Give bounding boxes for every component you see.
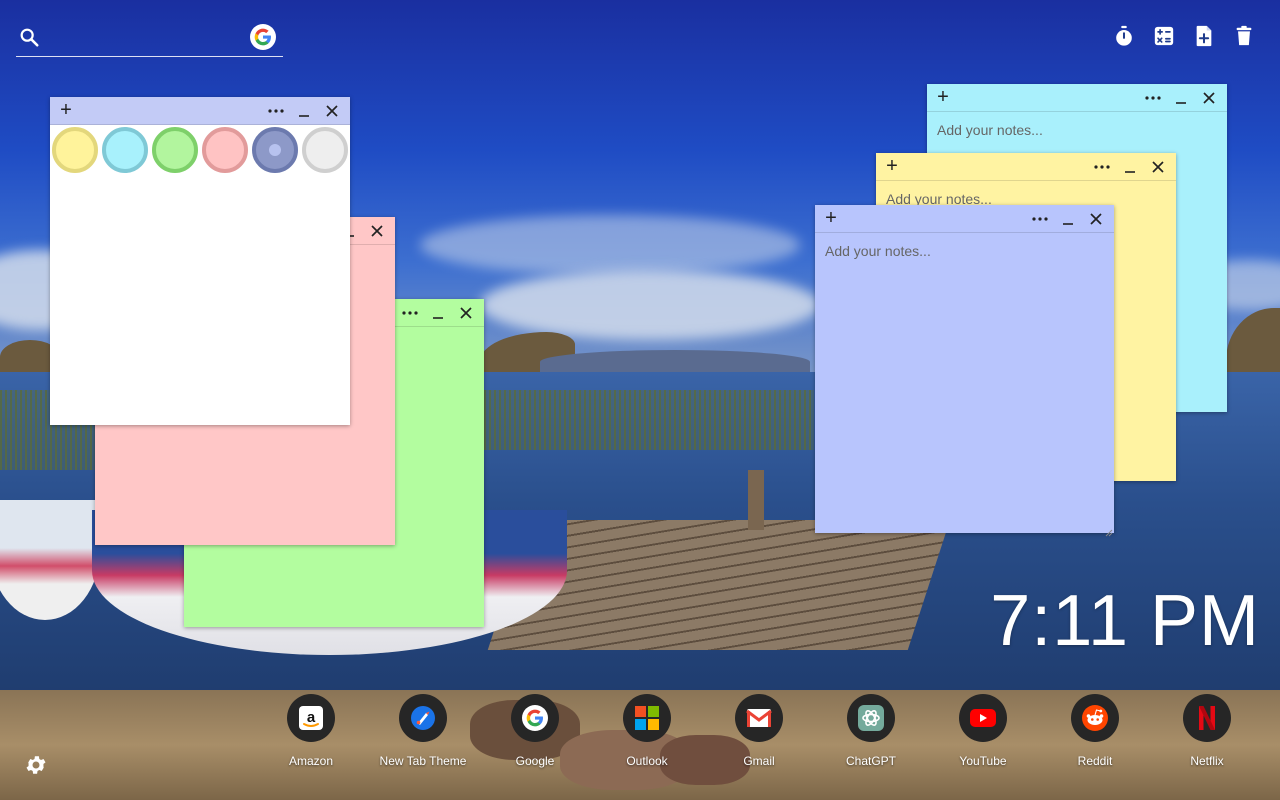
color-palette: [52, 127, 348, 173]
shortcut-youtube[interactable]: YouTube: [927, 694, 1039, 768]
shortcut-chatgpt[interactable]: ChatGPT: [815, 694, 927, 768]
close-icon[interactable]: [1148, 157, 1168, 177]
calculator-icon[interactable]: [1152, 24, 1176, 48]
shortcut-new-tab-theme[interactable]: New Tab Theme: [367, 694, 479, 768]
search-icon[interactable]: [18, 26, 40, 48]
outlook-icon: [623, 694, 671, 742]
resize-handle-icon[interactable]: [1105, 524, 1113, 537]
add-note-icon[interactable]: +: [933, 87, 953, 107]
search-bar: [16, 22, 283, 57]
more-options-icon[interactable]: [1092, 157, 1112, 177]
shortcut-label: Gmail: [743, 754, 775, 768]
color-swatch-green[interactable]: [152, 127, 198, 173]
shortcut-netflix[interactable]: Netflix: [1151, 694, 1263, 768]
gmail-icon: [735, 694, 783, 742]
shortcut-outlook[interactable]: Outlook: [591, 694, 703, 768]
trash-icon[interactable]: [1232, 24, 1256, 48]
top-toolbar: [1112, 24, 1256, 48]
note-header: +: [50, 97, 350, 125]
shortcut-reddit[interactable]: Reddit: [1039, 694, 1151, 768]
wallpaper-distant-mountains: [540, 350, 810, 374]
note-add-icon[interactable]: [1192, 24, 1216, 48]
search-input[interactable]: [50, 24, 240, 50]
google-icon: [511, 694, 559, 742]
add-note-icon[interactable]: +: [821, 208, 841, 228]
timer-icon[interactable]: [1112, 24, 1136, 48]
wallpaper-reeds: [484, 390, 814, 450]
note-header: +: [815, 205, 1114, 233]
minimize-icon[interactable]: [1120, 157, 1140, 177]
close-icon[interactable]: [322, 101, 342, 121]
more-options-icon[interactable]: [1143, 88, 1163, 108]
note-controls: [266, 101, 342, 121]
gear-icon[interactable]: [24, 753, 48, 777]
shortcut-google[interactable]: Google: [479, 694, 591, 768]
note-header: +: [876, 153, 1176, 181]
note-controls: [400, 303, 476, 323]
close-icon[interactable]: [1086, 209, 1106, 229]
shortcut-label: Google: [515, 754, 555, 768]
color-swatch-gray[interactable]: [302, 127, 348, 173]
shortcut-gmail[interactable]: Gmail: [703, 694, 815, 768]
new-tab-theme-icon: [399, 694, 447, 742]
shortcut-label: Reddit: [1077, 754, 1113, 768]
close-icon[interactable]: [367, 221, 387, 241]
wallpaper-cloud: [480, 270, 820, 340]
youtube-icon: [959, 694, 1007, 742]
note-header: +: [927, 84, 1227, 112]
shortcut-dock: a Amazon New Tab Theme Google Outlook Gm…: [255, 694, 1263, 768]
add-note-icon[interactable]: +: [882, 156, 902, 176]
close-icon[interactable]: [456, 303, 476, 323]
svg-text:a: a: [307, 709, 316, 726]
more-options-icon[interactable]: [400, 303, 420, 323]
minimize-icon[interactable]: [428, 303, 448, 323]
chatgpt-icon: [847, 694, 895, 742]
selected-indicator: [269, 144, 281, 156]
minimize-icon[interactable]: [294, 101, 314, 121]
shortcut-label: Amazon: [288, 754, 334, 768]
color-swatch-cyan[interactable]: [102, 127, 148, 173]
sticky-note-white: +: [50, 97, 350, 425]
color-swatch-blue-selected[interactable]: [252, 127, 298, 173]
wallpaper-cloud: [420, 215, 800, 275]
netflix-icon: [1183, 694, 1231, 742]
amazon-icon: a: [287, 694, 335, 742]
clock: 7:11 PM: [990, 581, 1260, 661]
shortcut-label: New Tab Theme: [379, 754, 467, 768]
shortcut-label: ChatGPT: [845, 754, 896, 768]
reddit-icon: [1071, 694, 1119, 742]
shortcut-amazon[interactable]: a Amazon: [255, 694, 367, 768]
more-options-icon[interactable]: [1030, 209, 1050, 229]
shortcut-label: YouTube: [959, 754, 1007, 768]
more-options-icon[interactable]: [266, 101, 286, 121]
minimize-icon[interactable]: [1171, 88, 1191, 108]
note-textarea[interactable]: [815, 233, 1114, 533]
note-controls: [1092, 157, 1168, 177]
note-controls: [1030, 209, 1106, 229]
shortcut-label: Outlook: [626, 754, 668, 768]
add-note-icon[interactable]: +: [56, 100, 76, 120]
wallpaper-dock-post: [748, 470, 764, 530]
color-swatch-yellow[interactable]: [52, 127, 98, 173]
minimize-icon[interactable]: [1058, 209, 1078, 229]
note-controls: [1143, 88, 1219, 108]
shortcut-label: Netflix: [1190, 754, 1224, 768]
google-search-icon[interactable]: [250, 24, 276, 50]
note-textarea[interactable]: [50, 177, 350, 425]
close-icon[interactable]: [1199, 88, 1219, 108]
sticky-note-blue: +: [815, 205, 1114, 537]
color-swatch-pink[interactable]: [202, 127, 248, 173]
